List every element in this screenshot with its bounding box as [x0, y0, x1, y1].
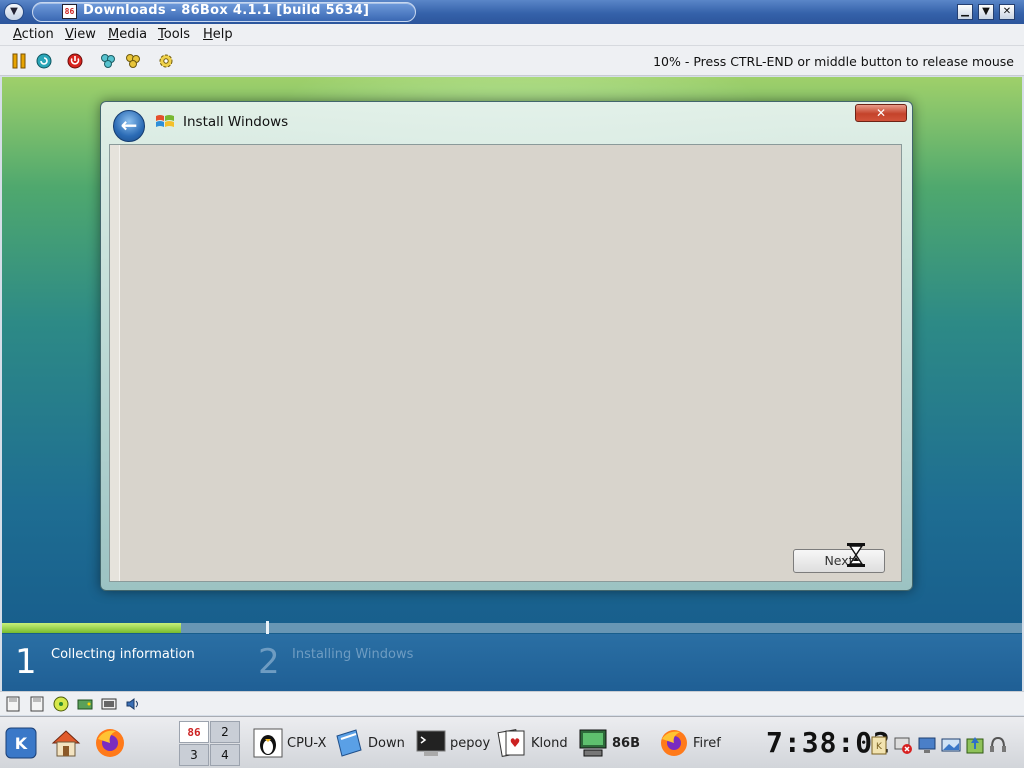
tux-icon: [253, 728, 283, 758]
app-icon: 86: [62, 4, 77, 19]
firefox-icon: [661, 730, 687, 756]
display-icon[interactable]: [917, 735, 937, 755]
dialog-close-button[interactable]: ✕: [855, 104, 907, 122]
menu-view[interactable]: View: [65, 27, 96, 42]
emulator-screen[interactable]: ✕ ← Install Windows Next 1 Collecting in…: [2, 77, 1022, 691]
svg-text:K: K: [15, 734, 28, 753]
next-button[interactable]: Next: [793, 549, 885, 573]
step-1-number: 1: [15, 642, 37, 682]
task-86box-label: 86B: [612, 736, 640, 751]
task-downloads-label: Down: [368, 736, 405, 751]
svg-text:♥: ♥: [510, 736, 521, 750]
desktop-4[interactable]: 4: [210, 744, 240, 766]
network-icon[interactable]: [101, 696, 117, 712]
window-titlebar[interactable]: ▼ 86 Downloads - 86Box 4.1.1 [build 5634…: [0, 0, 1024, 24]
task-cpu-x-label: CPU-X: [287, 736, 327, 751]
pause-icon[interactable]: [11, 53, 27, 69]
window-menu-button[interactable]: ▼: [4, 3, 24, 21]
screen-icon[interactable]: [941, 735, 961, 755]
dialog-content-area: Next: [109, 144, 902, 582]
settings-icon[interactable]: [158, 53, 174, 69]
reset-icon[interactable]: [36, 53, 52, 69]
floppy-a-icon[interactable]: [5, 696, 21, 712]
menu-media[interactable]: Media: [108, 27, 147, 42]
ctrl-alt-esc-icon[interactable]: [125, 53, 141, 69]
network-error-icon[interactable]: [893, 735, 913, 755]
step-1-label: Collecting information: [51, 647, 195, 662]
minimize-button[interactable]: ▁: [957, 4, 973, 20]
install-windows-dialog: ✕ ← Install Windows Next: [100, 101, 913, 591]
dialog-title: Install Windows: [183, 114, 289, 130]
virtual-desktop-pager: 86 2 3 4: [179, 721, 241, 767]
taskbar: K 86 2 3 4 CPU-X Down pepoy ♥ Klond 86B …: [0, 716, 1024, 768]
hard-disk-icon[interactable]: [77, 696, 93, 712]
windows-flag-icon: [156, 115, 174, 127]
maximize-button[interactable]: ▼: [978, 4, 994, 20]
step-2-label: Installing Windows: [292, 647, 414, 662]
task-klondike-label: Klond: [531, 736, 568, 751]
desktop-3[interactable]: 3: [179, 744, 209, 766]
power-icon[interactable]: [67, 53, 83, 69]
klipper-icon[interactable]: K: [869, 735, 889, 755]
task-downloads[interactable]: Down: [334, 725, 414, 761]
86box-icon: [579, 729, 607, 757]
task-86box[interactable]: 86B: [578, 725, 658, 761]
mouse-release-hint: 10% - Press CTRL-END or middle button to…: [653, 54, 1014, 69]
install-progress-track: [2, 623, 1022, 633]
update-icon[interactable]: [965, 735, 985, 755]
headset-icon[interactable]: [988, 735, 1008, 755]
progress-step-divider: [266, 621, 269, 635]
menu-tools[interactable]: Tools: [158, 27, 190, 42]
home-icon[interactable]: [50, 727, 82, 759]
dolphin-icon: [336, 729, 362, 757]
task-firefox[interactable]: Firef: [659, 725, 739, 761]
hourglass-cursor-icon: [847, 543, 865, 567]
cards-icon: ♥: [497, 729, 525, 757]
menu-help[interactable]: Help: [203, 27, 233, 42]
desktop-1[interactable]: 86: [179, 721, 209, 743]
ctrl-alt-del-icon[interactable]: [100, 53, 116, 69]
cdrom-icon[interactable]: [53, 696, 69, 712]
window-title: Downloads - 86Box 4.1.1 [build 5634]: [83, 3, 370, 18]
install-steps-band: 1 Collecting information 2 Installing Wi…: [2, 634, 1022, 691]
menubar: Action View Media Tools Help: [0, 24, 1024, 46]
emulator-statusbar: [0, 691, 1024, 715]
step-2-number: 2: [258, 642, 280, 682]
terminal-icon: [416, 730, 446, 756]
task-terminal[interactable]: pepoy: [416, 725, 496, 761]
toolbar: 10% - Press CTRL-END or middle button to…: [0, 46, 1024, 76]
task-klondike[interactable]: ♥ Klond: [497, 725, 577, 761]
close-button[interactable]: ✕: [999, 4, 1015, 20]
install-progress-fill: [2, 623, 181, 633]
task-firefox-label: Firef: [693, 736, 721, 751]
desktop-1-icon: 86: [187, 726, 201, 739]
task-terminal-label: pepoy: [450, 736, 491, 751]
firefox-icon[interactable]: [94, 727, 126, 759]
back-arrow-icon[interactable]: ←: [113, 110, 145, 142]
desktop-2[interactable]: 2: [210, 721, 240, 743]
sound-icon[interactable]: [125, 696, 141, 712]
menu-action[interactable]: Action: [13, 27, 54, 42]
task-cpu-x[interactable]: CPU-X: [253, 725, 333, 761]
kde-menu-icon[interactable]: K: [5, 727, 37, 759]
floppy-b-icon[interactable]: [29, 696, 45, 712]
